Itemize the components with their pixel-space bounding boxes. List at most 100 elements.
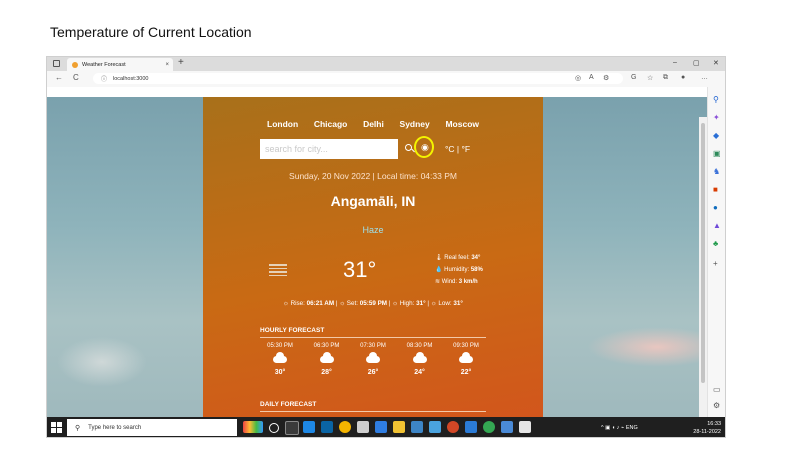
taskbar-clock[interactable]: 16:33 28-11-2022 [693, 420, 721, 436]
site-info-icon[interactable]: ⓘ [101, 74, 107, 83]
humidity-value: 58% [470, 267, 483, 273]
hourly-item: 07:30 PM 26° [353, 343, 393, 376]
current-temperature: 31° [343, 257, 377, 282]
hourly-forecast-title: HOURLY FORECAST [260, 327, 325, 334]
humidity-icon: 💧 [435, 267, 443, 273]
app-icon[interactable] [429, 421, 441, 433]
hour-temp: 28° [321, 369, 332, 376]
sidebar-office-icon[interactable]: ■ [713, 185, 718, 194]
low-value: 31° [453, 300, 463, 307]
sun-info-row: ☼ Rise: 06:21 AM | ☼ Set: 05:59 PM | ☼ H… [283, 300, 463, 307]
app-icon[interactable] [501, 421, 513, 433]
city-link-chicago[interactable]: Chicago [314, 119, 348, 129]
sidebar-settings-icon[interactable]: ⚙ [713, 401, 720, 410]
high-icon: ☼ [392, 300, 398, 307]
minimize-button[interactable]: – [673, 59, 677, 66]
weather-favicon-icon [72, 61, 78, 68]
chrome-icon[interactable] [339, 421, 351, 433]
back-button[interactable]: ← [55, 73, 63, 82]
weather-app-panel: London Chicago Delhi Sydney Moscow searc… [203, 97, 543, 417]
store-icon[interactable] [357, 421, 369, 433]
weather-details: 🌡 Real feel: 34° 💧 Humidity: 58% ≋ Wind:… [435, 252, 483, 288]
url-text: localhost:3000 [113, 75, 149, 82]
profile-avatar-icon[interactable]: ● [681, 74, 685, 81]
vscode-icon[interactable] [465, 421, 477, 433]
windows-start-icon[interactable] [51, 422, 63, 434]
app-icon[interactable] [411, 421, 423, 433]
hour-temp: 26° [367, 369, 379, 376]
favorites-star-icon[interactable]: ☆ [647, 74, 653, 82]
taskbar-search-placeholder: Type here to search [88, 424, 142, 431]
new-tab-button[interactable]: + [178, 57, 184, 68]
set-label: Set: [346, 300, 358, 307]
local-datetime: Sunday, 20 Nov 2022 | Local time: 04:33 … [289, 171, 457, 181]
extensions-icon[interactable]: ⚙ [603, 74, 609, 82]
taskbar-search-input[interactable]: ⚲ Type here to search [67, 419, 237, 436]
app-icon[interactable] [375, 421, 387, 433]
sidebar-discover-icon[interactable]: ✦ [713, 113, 720, 122]
sidebar-outlook-icon[interactable]: ● [713, 203, 718, 212]
hourly-item: 05:30 PM 30° [260, 343, 300, 376]
sidebar-shopping-icon[interactable]: ◆ [713, 131, 719, 140]
hourly-item: 09:30 PM 22° [446, 343, 486, 376]
wind-label: Wind: [441, 279, 458, 285]
language-indicator[interactable]: ENG [626, 425, 638, 431]
city-link-london[interactable]: London [267, 119, 298, 129]
refresh-app-icon[interactable]: G [631, 74, 636, 81]
sidebar-tree-icon[interactable]: ♣ [713, 239, 718, 248]
low-icon: ☼ [430, 300, 437, 307]
scrollbar-thumb[interactable] [701, 123, 705, 383]
sidebar-search-icon[interactable]: ⚲ [713, 95, 719, 104]
tray-icons[interactable]: ^ ▣ ◖ ♪ ⌁ [601, 425, 626, 431]
page-viewport: London Chicago Delhi Sydney Moscow searc… [47, 87, 707, 417]
city-search-input[interactable]: search for city... [260, 139, 398, 159]
mail-icon[interactable] [321, 421, 333, 433]
search-icon[interactable] [405, 144, 412, 151]
set-value: 05:59 PM [359, 300, 388, 307]
real-feel-label: Real feel: [444, 255, 470, 261]
browser-tab[interactable]: Weather Forecast × [67, 58, 173, 71]
taskbar-search-icon: ⚲ [75, 424, 81, 432]
workspaces-icon[interactable] [53, 60, 60, 67]
city-link-sydney[interactable]: Sydney [400, 119, 430, 129]
page-scrollbar[interactable] [699, 117, 707, 417]
sidebar-tools-icon[interactable]: ▣ [713, 149, 721, 158]
read-aloud-icon[interactable]: A [589, 74, 594, 81]
daily-forecast-title: DAILY FORECAST [260, 401, 317, 408]
clock-date: 28-11-2022 [693, 429, 721, 435]
task-view-icon[interactable] [285, 421, 299, 435]
restore-button[interactable]: ▢ [693, 59, 700, 67]
reload-button[interactable]: C [73, 73, 79, 82]
chrome-icon[interactable] [483, 421, 495, 433]
city-link-moscow[interactable]: Moscow [445, 119, 479, 129]
rise-label: Rise: [290, 300, 305, 307]
current-location-icon[interactable]: ◉ [421, 142, 429, 153]
system-tray[interactable]: ^ ▣ ◖ ♪ ⌁ ENG [601, 425, 638, 431]
url-field[interactable]: ⓘ localhost:3000 [93, 73, 623, 84]
city-shortcuts: London Chicago Delhi Sydney Moscow [203, 119, 543, 129]
collections-icon[interactable]: ⧉ [663, 74, 668, 82]
hour-time: 05:30 PM [267, 343, 293, 349]
hourly-item: 08:30 PM 24° [400, 343, 440, 376]
sidebar-panel-icon[interactable]: ▭ [713, 385, 721, 394]
cortana-icon[interactable] [269, 423, 279, 433]
search-highlight-icon[interactable] [243, 421, 263, 433]
slide-title: Temperature of Current Location [50, 24, 252, 40]
more-menu-icon[interactable]: … [701, 74, 708, 81]
partly-cloudy-night-icon [366, 352, 380, 363]
sidebar-teams-icon[interactable]: ▲ [713, 221, 721, 230]
powerpoint-icon[interactable] [447, 421, 459, 433]
hour-temp: 22° [460, 369, 472, 376]
sidebar-games-icon[interactable]: ♞ [713, 167, 720, 176]
unit-toggle[interactable]: °C | °F [445, 144, 470, 154]
city-link-delhi[interactable]: Delhi [363, 119, 384, 129]
edge-icon[interactable] [303, 421, 315, 433]
close-window-button[interactable]: ✕ [713, 59, 719, 67]
location-permission-icon[interactable]: ◎ [575, 74, 581, 82]
windows-taskbar: ⚲ Type here to search ^ ▣ ◖ ♪ ⌁ ENG 16:3… [47, 417, 725, 437]
app-icon[interactable] [519, 421, 531, 433]
tab-close-icon[interactable]: × [165, 62, 169, 68]
partly-cloudy-night-icon [412, 352, 427, 363]
file-explorer-icon[interactable] [393, 421, 405, 433]
sidebar-add-icon[interactable]: + [713, 259, 718, 268]
